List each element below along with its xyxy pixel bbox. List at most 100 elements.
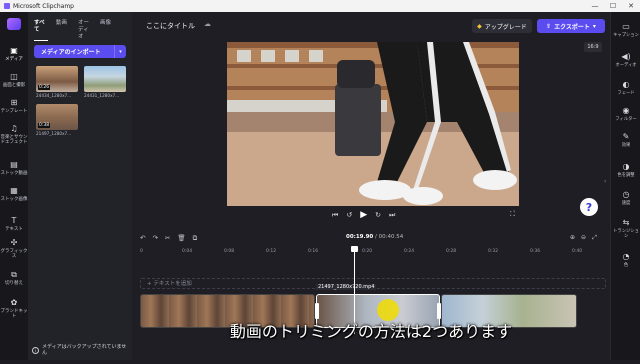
rail-label: 音楽とサウンドエフェクト — [0, 135, 28, 145]
media-tabs: すべて 動画 オーディオ 画像 — [34, 20, 114, 41]
rail-label: グラフィックス — [0, 249, 28, 259]
export-label: エクスポート — [554, 23, 590, 31]
stock-image-icon: ▦ — [10, 186, 18, 195]
fit-timeline-icon[interactable]: ⤢ — [592, 234, 597, 242]
import-media-button[interactable]: メディアのインポート ▾ — [34, 45, 126, 58]
zoom-in-icon[interactable]: ⊕ — [570, 234, 575, 242]
rail-item-brand-kit[interactable]: ✿ ブランドキット — [0, 298, 28, 319]
video-preview[interactable] — [227, 42, 519, 206]
media-thumbnail[interactable] — [84, 66, 126, 92]
color-icon: ◔ — [622, 252, 630, 261]
upgrade-label: アップグレード — [484, 23, 527, 31]
rail-label: 切り替え — [5, 281, 23, 286]
rail-label: フェード — [617, 91, 635, 96]
media-thumbnail[interactable]: 0:26 — [36, 66, 78, 92]
filter-icon: ◉ — [622, 106, 630, 115]
rail-item-graphics[interactable]: ✣ グラフィックス — [0, 238, 28, 259]
upload-icon: ⇧ — [546, 22, 552, 30]
rail-item-audio[interactable]: ◀) オーディオ — [611, 52, 640, 68]
captions-icon: ▭ — [622, 22, 630, 31]
clip-name-label: 21497_1280x720.mp4 — [316, 284, 377, 290]
rail-label: テンプレート — [0, 109, 28, 114]
media-filename: 24434_1280x7... — [36, 93, 72, 98]
chevron-down-icon[interactable]: ▾ — [114, 45, 126, 58]
rail-item-templates[interactable]: ⊞ テンプレート — [0, 98, 28, 114]
rail-item-filters[interactable]: ◉ フィルター — [611, 106, 640, 122]
rail-item-stock-video[interactable]: ▤ ストック動画 — [0, 160, 28, 176]
text-icon: T — [11, 216, 17, 225]
ruler-tick: 0:12 — [266, 249, 277, 254]
rail-item-effects[interactable]: ✎ 効果 — [611, 132, 640, 148]
adjust-colors-icon: ◑ — [622, 162, 630, 171]
delete-icon[interactable]: 🗑 — [177, 234, 185, 243]
media-icon: ▣ — [10, 46, 18, 55]
rail-item-transition[interactable]: ⇆ トランジション — [611, 218, 640, 239]
media-panel: すべて 動画 オーディオ 画像 メディアのインポート ▾ 0:26 24434_… — [28, 12, 132, 360]
ruler-tick: 0:36 — [530, 249, 541, 254]
forward-5-icon[interactable]: ↻ — [375, 211, 381, 219]
tab-image[interactable]: 画像 — [100, 20, 114, 41]
rail-item-speed[interactable]: ◷ 速度 — [611, 190, 640, 206]
rail-item-record[interactable]: ◫ 画面と撮影 — [0, 72, 28, 88]
speaker-icon: ◀) — [621, 52, 631, 61]
play-icon[interactable]: ▶ — [360, 210, 367, 220]
trim-handle-left[interactable] — [315, 303, 319, 319]
export-button[interactable]: ⇧ エクスポート ▾ — [537, 19, 605, 33]
rail-item-media[interactable]: ▣ メディア — [0, 46, 28, 62]
project-title[interactable]: ここにタイトル — [146, 21, 195, 31]
rail-label: 速度 — [621, 201, 631, 206]
rail-item-stock-image[interactable]: ▦ ストック画像 — [0, 186, 28, 202]
ruler-tick: 0:04 — [182, 249, 193, 254]
duration-badge: 0:26 — [38, 85, 51, 90]
rail-item-adjust-colors[interactable]: ◑ 色を調整 — [611, 162, 640, 178]
transitions-icon: ⧉ — [11, 270, 17, 279]
maximize-button[interactable]: ☐ — [604, 0, 622, 12]
collapse-properties-icon[interactable]: › — [604, 178, 606, 185]
redo-icon[interactable]: ↷ — [152, 234, 157, 243]
tab-audio[interactable]: オーディオ — [78, 20, 92, 41]
split-icon[interactable]: ✂ — [165, 234, 170, 243]
media-filename: 24431_1280x7... — [84, 93, 120, 98]
skip-back-icon[interactable]: ⏮ — [332, 211, 338, 220]
ruler-tick: 0:20 — [362, 249, 373, 254]
timeline-toolbar: ↶ ↷ ✂ 🗑 ⧉ 00:19.90 / 00:40.54 ⊕ ⊖ ⤢ — [132, 230, 610, 246]
info-icon: i — [32, 347, 39, 354]
skip-forward-icon[interactable]: ⏭ — [389, 211, 395, 220]
upgrade-button[interactable]: ◆ アップグレード — [472, 19, 532, 33]
rail-label: 効果 — [621, 143, 631, 148]
zoom-out-icon[interactable]: ⊖ — [581, 234, 586, 242]
playback-controls: ⏮ ↺ ▶ ↻ ⏭ — [332, 210, 395, 220]
rewind-5-icon[interactable]: ↺ — [346, 211, 352, 219]
timecode: 00:19.90 / 00:40.54 — [346, 234, 404, 240]
window-title: Microsoft Clipchamp — [13, 2, 74, 10]
chevron-down-icon: ▾ — [592, 22, 596, 30]
rail-label: ストック動画 — [0, 171, 28, 176]
rail-label: 色を調整 — [617, 173, 635, 178]
help-button[interactable]: ? — [580, 198, 598, 216]
effects-icon: ✎ — [622, 132, 630, 141]
tab-all[interactable]: すべて — [34, 20, 48, 41]
music-icon: ♫ — [10, 124, 18, 133]
stock-video-icon: ▤ — [10, 160, 18, 169]
aspect-ratio-button[interactable]: 16:9 — [584, 42, 602, 52]
ruler-tick: 0:28 — [446, 249, 457, 254]
rail-label: トランジション — [613, 229, 639, 239]
undo-icon[interactable]: ↶ — [140, 234, 145, 243]
timeline-ruler[interactable]: 0 0:04 0:08 0:12 0:16 0:20 0:24 0:28 0:3… — [140, 248, 606, 258]
duplicate-icon[interactable]: ⧉ — [193, 234, 198, 243]
rail-item-text[interactable]: T テキスト — [0, 216, 28, 232]
rail-item-fade[interactable]: ◐ フェード — [611, 80, 640, 96]
media-thumbnail[interactable]: 0:38 — [36, 104, 78, 130]
ruler-tick: 0:32 — [488, 249, 499, 254]
minimize-button[interactable]: — — [586, 0, 604, 12]
tab-video[interactable]: 動画 — [56, 20, 70, 41]
editor-main: ここにタイトル ☁ ◆ アップグレード ⇧ エクスポート ▾ 16:9 ⏮ ↺ … — [132, 12, 610, 360]
rail-label: ストック画像 — [0, 197, 28, 202]
rail-item-music[interactable]: ♫ 音楽とサウンドエフェクト — [0, 124, 28, 145]
app-icon — [4, 3, 10, 9]
rail-item-transitions[interactable]: ⧉ 切り替え — [0, 270, 28, 286]
fullscreen-icon[interactable]: ⛶ — [510, 210, 515, 219]
close-window-button[interactable]: ✕ — [622, 0, 640, 12]
rail-item-color[interactable]: ◔ 色 — [611, 252, 640, 268]
rail-item-captions[interactable]: ▭ キャプション — [611, 22, 640, 38]
